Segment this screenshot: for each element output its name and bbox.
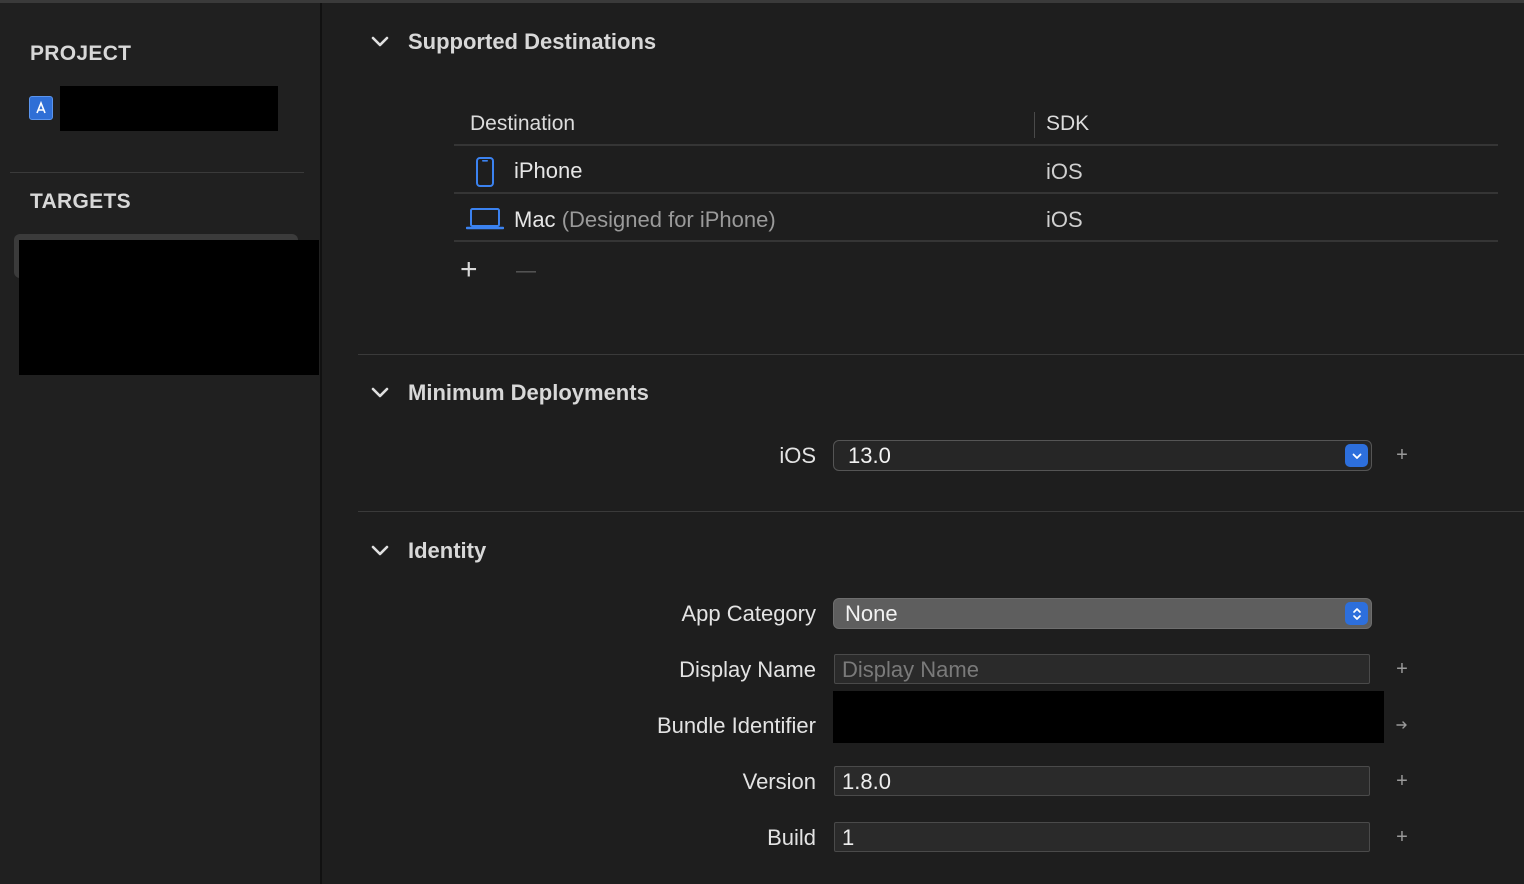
iphone-icon: [476, 157, 494, 187]
destination-name-primary: Mac: [514, 207, 556, 232]
app-project-icon[interactable]: [29, 96, 53, 120]
row-divider: [454, 192, 1498, 194]
bundle-identifier-field-redacted[interactable]: [833, 691, 1384, 743]
table-row[interactable]: iPhone iOS: [454, 147, 1498, 192]
build-value: 1: [842, 825, 855, 850]
add-deployment-button[interactable]: +: [1392, 444, 1412, 467]
chevron-down-icon[interactable]: [369, 540, 391, 562]
destination-name: Mac (Designed for iPhone): [514, 207, 776, 233]
laptop-icon: [466, 208, 504, 230]
sidebar-divider: [320, 3, 322, 884]
ios-deployment-select[interactable]: 13.0: [833, 440, 1372, 471]
destination-sdk: iOS: [1046, 207, 1083, 232]
app-category-select[interactable]: None: [833, 598, 1372, 629]
app-category-label: App Category: [681, 601, 816, 626]
table-header-divider: [454, 144, 1498, 146]
destination-name: iPhone: [514, 158, 583, 183]
destination-name-detail: (Designed for iPhone): [561, 207, 776, 232]
version-value: 1.8.0: [842, 769, 891, 794]
arrow-right-icon[interactable]: [1395, 718, 1409, 732]
remove-destination-button[interactable]: —: [516, 260, 536, 283]
add-version-button[interactable]: +: [1392, 770, 1412, 793]
chevron-down-icon[interactable]: [369, 31, 391, 53]
targets-section-title: TARGETS: [30, 190, 131, 213]
section-divider: [358, 511, 1524, 512]
ios-deployment-value: 13.0: [848, 443, 891, 468]
build-label: Build: [767, 825, 816, 850]
target-name-redacted[interactable]: [19, 240, 319, 375]
display-name-label: Display Name: [679, 657, 816, 682]
add-destination-button[interactable]: +: [460, 255, 478, 285]
column-header-sdk[interactable]: SDK: [1046, 112, 1089, 136]
column-separator: [1034, 112, 1035, 138]
add-display-name-button[interactable]: +: [1392, 658, 1412, 681]
sidebar: [0, 3, 320, 884]
chevron-down-icon[interactable]: [1345, 444, 1368, 467]
version-field[interactable]: 1.8.0: [834, 766, 1370, 796]
identity-title[interactable]: Identity: [408, 538, 486, 564]
project-section-title: PROJECT: [30, 42, 132, 65]
section-divider: [358, 354, 1524, 355]
column-header-destination[interactable]: Destination: [470, 112, 575, 136]
supported-destinations-title[interactable]: Supported Destinations: [408, 29, 656, 55]
chevron-down-icon[interactable]: [369, 382, 391, 404]
row-divider: [454, 240, 1498, 242]
table-row[interactable]: Mac (Designed for iPhone) iOS: [454, 195, 1498, 240]
display-name-field[interactable]: Display Name: [834, 654, 1370, 684]
ios-deployment-label: iOS: [779, 443, 816, 468]
destination-sdk: iOS: [1046, 159, 1083, 184]
version-label: Version: [742, 769, 816, 794]
app-category-value: None: [845, 601, 898, 626]
build-field[interactable]: 1: [834, 822, 1370, 852]
sidebar-separator: [10, 172, 304, 173]
minimum-deployments-title[interactable]: Minimum Deployments: [408, 380, 649, 406]
project-name-redacted[interactable]: [60, 86, 278, 131]
display-name-placeholder: Display Name: [842, 657, 979, 682]
chevron-up-down-icon[interactable]: [1345, 602, 1368, 625]
add-build-button[interactable]: +: [1392, 826, 1412, 849]
bundle-identifier-label: Bundle Identifier: [657, 713, 816, 738]
